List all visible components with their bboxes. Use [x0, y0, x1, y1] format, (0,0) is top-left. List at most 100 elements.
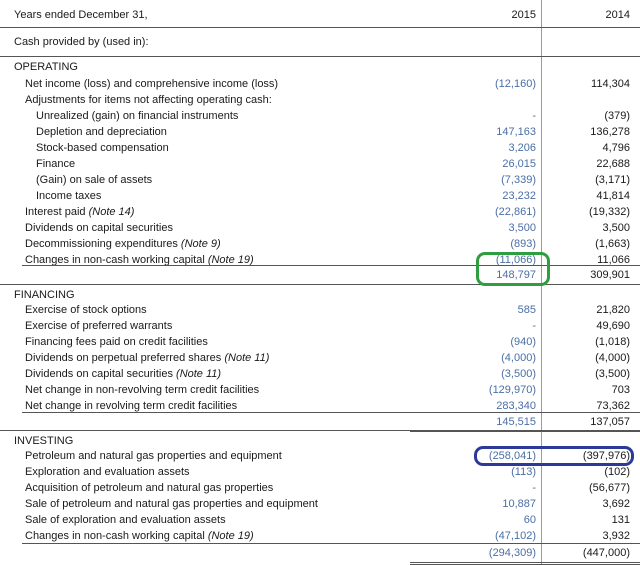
operating-row: Decommissioning expenditures (Note 9) (89…: [0, 236, 640, 252]
line-item-label: Exploration and evaluation assets: [25, 464, 190, 480]
operating-total-row: 148,797 309,901: [0, 267, 640, 283]
total-2015: 145,515: [496, 416, 536, 428]
financing-section-title: FINANCING: [14, 289, 75, 301]
line-item-label: Petroleum and natural gas properties and…: [25, 448, 282, 464]
operating-row: Adjustments for items not affecting oper…: [0, 92, 640, 108]
line-item-label: Stock-based compensation: [36, 140, 169, 156]
value-2014: 703: [611, 384, 630, 396]
value-2014: (1,018): [595, 336, 630, 348]
operating-row: Net income (loss) and comprehensive inco…: [0, 76, 640, 92]
line-item-label: Acquisition of petroleum and natural gas…: [25, 480, 273, 496]
line-item-label: Dividends on capital securities (Note 11…: [25, 366, 221, 382]
value-2015: 147,163: [496, 126, 536, 138]
line-item-text: Income taxes: [36, 190, 102, 202]
value-2014: (4,000): [595, 352, 630, 364]
line-item-label: Sale of petroleum and natural gas proper…: [25, 496, 318, 512]
value-2015: (12,160): [495, 78, 536, 90]
financing-row: Dividends on perpetual preferred shares …: [0, 350, 640, 366]
total-2014: 309,901: [590, 269, 630, 281]
line-item-text: Acquisition of petroleum and natural gas…: [25, 482, 274, 494]
line-item-text: Adjustments for items not affecting oper…: [25, 94, 272, 106]
line-item-label: Unrealized (gain) on financial instrumen…: [36, 108, 238, 124]
operating-row: Income taxes 23,232 41,814: [0, 188, 640, 204]
value-2014: 3,692: [602, 498, 630, 510]
value-2015: (3,500): [501, 368, 536, 380]
line-item-label: Dividends on perpetual preferred shares …: [25, 350, 269, 366]
line-item-text: Depletion and depreciation: [36, 126, 167, 138]
intro-row: Cash provided by (used in):: [0, 34, 640, 50]
operating-row: Dividends on capital securities 3,500 3,50…: [0, 220, 640, 236]
line-item-text: (Gain) on sale of assets: [36, 174, 153, 186]
total-2015: 148,797: [496, 269, 536, 281]
line-item-text: Decommissioning expenditures: [25, 238, 181, 250]
value-2014: (1,663): [595, 238, 630, 250]
financing-row: Financing fees paid on credit facilities…: [0, 334, 640, 350]
line-item-text: Dividends on capital securities: [25, 222, 173, 234]
value-2015: (940): [510, 336, 536, 348]
financing-row: Exercise of preferred warrants - 49,690: [0, 318, 640, 334]
line-item-label: Income taxes: [36, 188, 101, 204]
line-item-text: Net change in revolving term credit faci…: [25, 400, 238, 412]
note-reference: (Note 19): [207, 530, 254, 542]
value-2015: 585: [517, 304, 536, 316]
line-item-label: Decommissioning expenditures (Note 9): [25, 236, 221, 252]
investing-row: Petroleum and natural gas properties and…: [0, 448, 640, 464]
value-2015: 26,015: [502, 158, 536, 170]
value-2015: (893): [510, 238, 536, 250]
operating-row: Interest paid (Note 14) (22,861) (19,332): [0, 204, 640, 220]
investing-row: Changes in non-cash working capital (Not…: [0, 528, 640, 544]
value-2015: -: [532, 110, 536, 122]
line-item-label: Changes in non-cash working capital (Not…: [25, 528, 254, 544]
value-2014: (3,171): [595, 174, 630, 186]
line-item-label: Exercise of preferred warrants: [25, 318, 172, 334]
value-2015: (258,041): [488, 450, 536, 462]
line-item-text: Sale of exploration and evaluation asset…: [25, 514, 226, 526]
operating-section-title: OPERATING: [14, 61, 78, 73]
financing-row: Net change in non-revolving term credit …: [0, 382, 640, 398]
note-reference: (Note 9): [180, 238, 221, 250]
rule-line: [0, 56, 640, 57]
value-2014: 114,304: [591, 78, 630, 90]
value-2014: 136,278: [590, 126, 630, 138]
value-2014: 3,932: [602, 530, 630, 542]
line-item-label: Depletion and depreciation: [36, 124, 167, 140]
line-item-text: Interest paid: [25, 206, 89, 218]
line-item-label: Net income (loss) and comprehensive inco…: [25, 76, 278, 92]
investing-row: Sale of exploration and evaluation asset…: [0, 512, 640, 528]
rule-line: [22, 543, 640, 544]
value-2014: (397,976): [582, 450, 630, 462]
line-item-label: Interest paid (Note 14): [25, 204, 134, 220]
investing-row: Acquisition of petroleum and natural gas…: [0, 480, 640, 496]
header-row: Years ended December 31, 2015 2014: [0, 7, 640, 23]
value-2015: 23,232: [502, 190, 536, 202]
value-2014: 21,820: [596, 304, 630, 316]
line-item-text: Net change in non-revolving term credit …: [25, 384, 260, 396]
value-2014: (379): [604, 110, 630, 122]
intro-text: Cash provided by (used in):: [14, 36, 149, 48]
investing-section-title: INVESTING: [14, 435, 74, 447]
value-2014: 131: [611, 514, 630, 526]
financing-row: Exercise of stock options 585 21,820: [0, 302, 640, 318]
rule-line: [22, 265, 640, 266]
operating-title-row: OPERATING: [0, 59, 640, 75]
line-item-label: Financing fees paid on credit facilities: [25, 334, 208, 350]
line-item-text: Unrealized (gain) on financial instrumen…: [36, 110, 239, 122]
total-2015: (294,309): [488, 547, 536, 559]
rule-line: [410, 562, 640, 563]
line-item-label: (Gain) on sale of assets: [36, 172, 152, 188]
line-item-text: Exploration and evaluation assets: [25, 466, 190, 478]
note-reference: (Note 11): [176, 368, 222, 380]
value-2015: (47,102): [495, 530, 536, 542]
line-item-text: Dividends on perpetual preferred shares: [25, 352, 225, 364]
value-2014: (56,677): [589, 482, 630, 494]
value-2014: 41,814: [596, 190, 630, 202]
line-item-label: Dividends on capital securities: [25, 220, 173, 236]
value-2014: (3,500): [595, 368, 630, 380]
value-2015: 10,887: [502, 498, 536, 510]
financing-row: Dividends on capital securities (Note 11…: [0, 366, 640, 382]
rule-line: [410, 431, 640, 432]
note-reference: (Note 11): [224, 352, 270, 364]
note-reference: (Note 14): [88, 206, 135, 218]
line-item-label: Net change in non-revolving term credit …: [25, 382, 259, 398]
value-2015: (7,339): [501, 174, 536, 186]
